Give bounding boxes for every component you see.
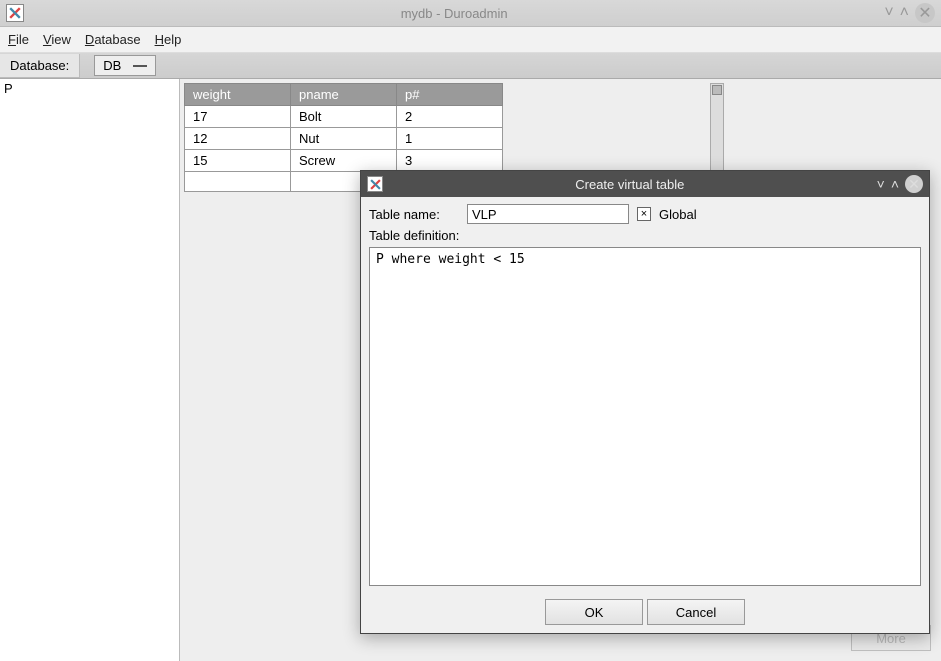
maximize-icon[interactable]: ˄ — [900, 4, 909, 22]
minimize-icon[interactable]: ˅ — [884, 4, 893, 22]
cancel-button[interactable]: Cancel — [647, 599, 745, 625]
dialog-minimize-icon[interactable]: ˅ — [877, 176, 885, 192]
cell[interactable]: 17 — [185, 106, 291, 128]
table-row[interactable]: 15 Screw 3 — [185, 150, 503, 172]
cell[interactable]: Screw — [291, 150, 397, 172]
ok-button[interactable]: OK — [545, 599, 643, 625]
menu-database[interactable]: Database — [85, 32, 141, 47]
dialog-app-icon — [367, 176, 383, 192]
cell[interactable]: 15 — [185, 150, 291, 172]
close-icon[interactable]: ✕ — [915, 3, 935, 23]
cell[interactable]: Bolt — [291, 106, 397, 128]
dialog-close-icon[interactable]: ✕ — [905, 175, 923, 193]
window-title: mydb - Duroadmin — [24, 6, 884, 21]
cell[interactable]: 12 — [185, 128, 291, 150]
database-label: Database: — [0, 54, 80, 78]
dialog-titlebar: Create virtual table ˅ ˄ ✕ — [361, 171, 929, 197]
dialog-maximize-icon[interactable]: ˄ — [891, 176, 899, 192]
table-row[interactable]: 12 Nut 1 — [185, 128, 503, 150]
database-value: DB — [103, 58, 121, 73]
col-weight[interactable]: weight — [185, 84, 291, 106]
menu-bar: File View Database Help — [0, 27, 941, 53]
table-row[interactable]: 17 Bolt 2 — [185, 106, 503, 128]
table-definition-textarea[interactable]: P where weight < 15 — [369, 247, 921, 586]
cell[interactable]: Nut — [291, 128, 397, 150]
toolbar: Database: DB — [0, 53, 941, 79]
vertical-scrollbar[interactable] — [710, 83, 724, 173]
database-selector[interactable]: DB — [94, 55, 156, 76]
col-pnum[interactable]: p# — [397, 84, 503, 106]
cell[interactable]: 3 — [397, 150, 503, 172]
table-definition-label: Table definition: — [369, 228, 459, 243]
menu-view[interactable]: View — [43, 32, 71, 47]
menu-file[interactable]: File — [8, 32, 29, 47]
menu-help[interactable]: Help — [155, 32, 182, 47]
cell[interactable] — [185, 172, 291, 192]
app-icon — [6, 4, 24, 22]
scrollbar-thumb[interactable] — [712, 85, 722, 95]
main-window-titlebar: mydb - Duroadmin ˅ ˄ ✕ — [0, 0, 941, 27]
table-name-label: Table name: — [369, 207, 459, 222]
global-checkbox[interactable]: × — [637, 207, 651, 221]
dialog-title: Create virtual table — [383, 177, 877, 192]
table-name-input[interactable] — [467, 204, 629, 224]
cell[interactable]: 2 — [397, 106, 503, 128]
create-virtual-table-dialog: Create virtual table ˅ ˄ ✕ Table name: ×… — [360, 170, 930, 634]
cell[interactable]: 1 — [397, 128, 503, 150]
sidebar-item-table[interactable]: P — [4, 81, 175, 96]
global-label: Global — [659, 207, 697, 222]
col-pname[interactable]: pname — [291, 84, 397, 106]
sidebar: P — [0, 79, 180, 661]
dropdown-icon — [133, 65, 147, 67]
